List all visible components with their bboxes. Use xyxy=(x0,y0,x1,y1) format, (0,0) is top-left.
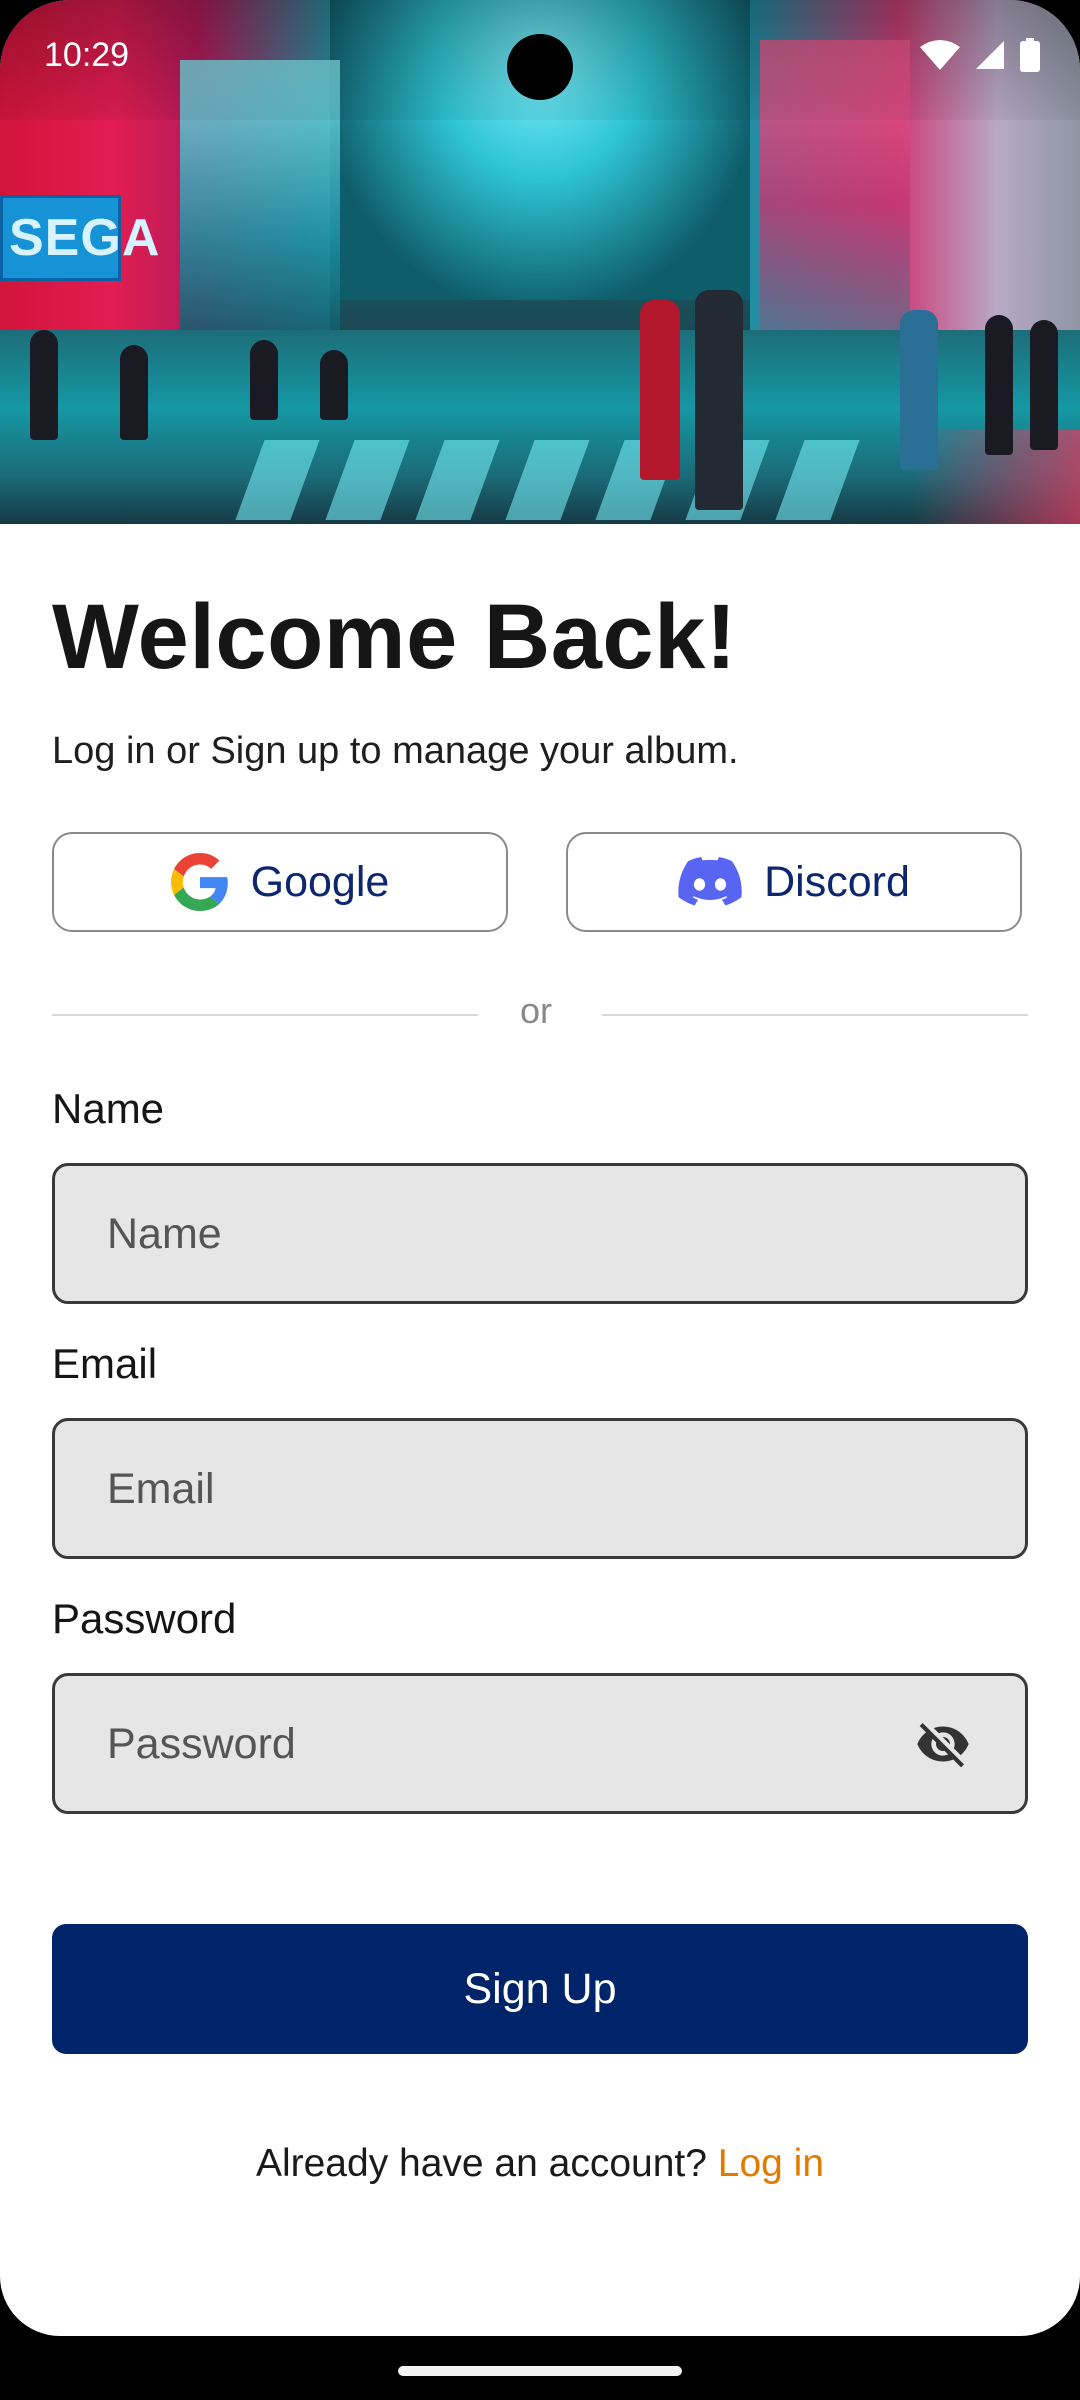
visibility-off-icon[interactable] xyxy=(913,1716,973,1772)
gesture-nav-bar[interactable] xyxy=(398,2366,682,2376)
divider-right xyxy=(602,1014,1028,1016)
divider-or: or xyxy=(520,990,553,1031)
email-field[interactable] xyxy=(52,1418,1028,1559)
app-screen: SEGA 10:29 Welcome Back! Log in or Sign … xyxy=(0,0,1080,2336)
login-link[interactable]: Log in xyxy=(718,2142,824,2185)
battery-icon xyxy=(1020,38,1040,72)
wifi-icon xyxy=(920,40,960,70)
login-prompt: Already have an account? Log in xyxy=(0,2142,1080,2186)
sign-up-button[interactable]: Sign Up xyxy=(52,1924,1028,2054)
name-input[interactable] xyxy=(105,1166,929,1303)
login-prompt-text: Already have an account? xyxy=(255,2142,718,2185)
divider-left xyxy=(52,1014,478,1016)
email-input[interactable] xyxy=(105,1421,929,1558)
google-label: Google xyxy=(250,857,390,906)
name-field[interactable] xyxy=(52,1163,1028,1304)
password-input[interactable] xyxy=(105,1676,929,1813)
password-label: Password xyxy=(52,1595,237,1642)
discord-icon xyxy=(678,857,742,906)
google-icon xyxy=(170,853,228,911)
camera-cutout xyxy=(507,34,573,100)
sega-sign: SEGA xyxy=(0,195,159,281)
page-title: Welcome Back! xyxy=(52,586,737,688)
signal-icon xyxy=(976,41,1004,69)
google-signin-button[interactable]: Google xyxy=(52,832,508,932)
discord-signin-button[interactable]: Discord xyxy=(566,832,1022,932)
page-subtitle: Log in or Sign up to manage your album. xyxy=(52,730,739,772)
email-label: Email xyxy=(52,1340,158,1387)
status-bar: 10:29 xyxy=(0,0,1080,120)
status-time: 10:29 xyxy=(44,36,130,74)
discord-label: Discord xyxy=(764,857,910,906)
password-field[interactable] xyxy=(52,1673,1028,1814)
name-label: Name xyxy=(52,1085,165,1132)
